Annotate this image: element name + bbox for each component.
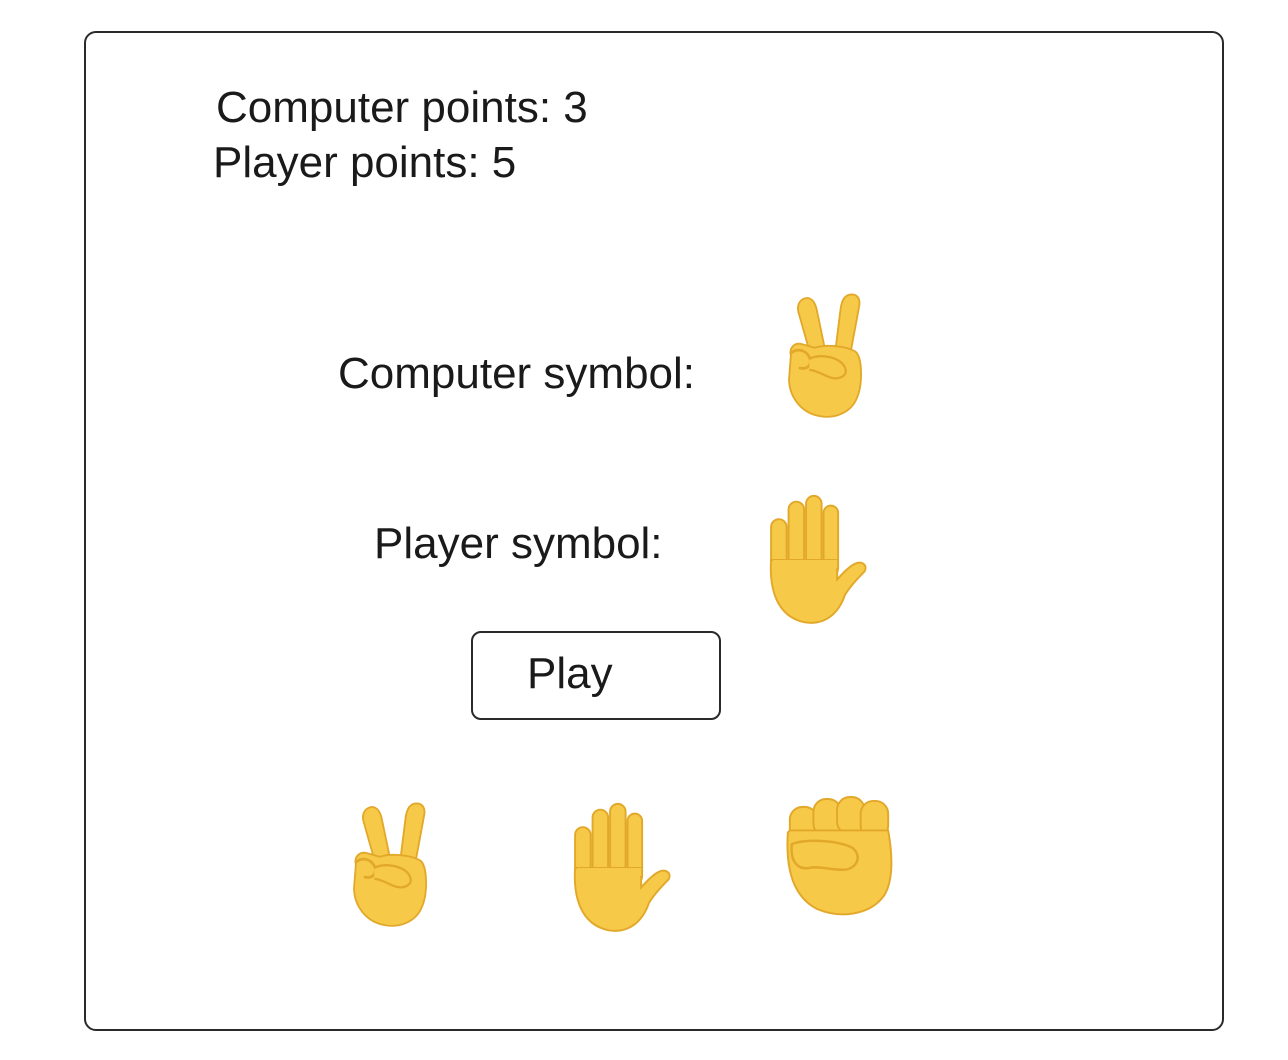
raised-hand-icon (748, 492, 868, 628)
player-points: Player points: 5 (213, 138, 517, 187)
play-button[interactable]: Play (471, 631, 721, 720)
victory-hand-icon (778, 292, 870, 422)
choice-scissors-victory-hand-icon[interactable] (343, 800, 435, 932)
play-button-label: Play (527, 649, 613, 698)
player-symbol-label: Player symbol: (374, 519, 663, 568)
choice-rock-raised-fist-icon[interactable] (780, 793, 898, 921)
computer-points: Computer points: 3 (216, 83, 588, 132)
choice-paper-raised-hand-icon[interactable] (552, 800, 672, 936)
computer-symbol-label: Computer symbol: (338, 349, 696, 398)
